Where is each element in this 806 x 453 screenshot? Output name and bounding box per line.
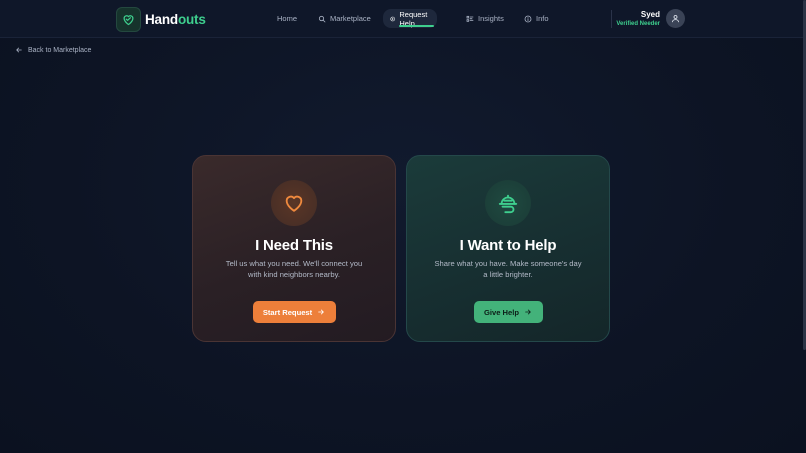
- search-icon: [318, 15, 326, 22]
- need-icon-circle: [271, 180, 317, 226]
- arrow-left-icon: [16, 47, 22, 53]
- help-icon-circle: [485, 180, 531, 226]
- active-tab-indicator: [399, 25, 434, 27]
- user-role-badge: Verified Needer: [616, 21, 660, 27]
- list-chart-icon: [466, 15, 474, 22]
- start-request-label: Start Request: [262, 307, 313, 317]
- nav-insights[interactable]: Insights: [459, 9, 511, 28]
- need-card-title: I Need This: [255, 237, 333, 254]
- nav-divider: [611, 10, 612, 28]
- brand[interactable]: Handouts: [116, 6, 206, 32]
- user-info[interactable]: Syed Verified Needer: [616, 10, 660, 29]
- nav-info-label: Info: [536, 14, 549, 23]
- user-icon: [672, 15, 679, 23]
- back-link-label: Back to Marketplace: [28, 46, 92, 54]
- arrow-right-icon: [318, 309, 324, 315]
- need-card-description: Tell us what you need. We'll connect you…: [225, 259, 363, 279]
- need-card[interactable]: I Need This Tell us what you need. We'll…: [192, 155, 396, 342]
- help-card[interactable]: I Want to Help Share what you have. Make…: [406, 155, 610, 342]
- brand-name: Handouts: [145, 12, 206, 27]
- back-to-marketplace-link[interactable]: Back to Marketplace: [15, 44, 91, 56]
- help-card-title: I Want to Help: [459, 237, 557, 254]
- nav-insights-label: Insights: [478, 14, 504, 23]
- nav-marketplace-label: Marketplace: [330, 14, 371, 23]
- info-icon: [524, 15, 532, 22]
- heart-hand-icon: [116, 6, 141, 32]
- avatar[interactable]: [666, 9, 685, 28]
- nav-marketplace[interactable]: Marketplace: [311, 9, 378, 28]
- arrow-right-icon: [525, 309, 531, 315]
- user-name: Syed: [640, 10, 660, 19]
- brand-name-part2: outs: [177, 11, 206, 27]
- nav-info[interactable]: Info: [517, 9, 556, 28]
- top-navbar: Handouts Home Marketplace Request Help I…: [0, 0, 806, 38]
- plus-circle-icon: [390, 16, 395, 21]
- nav-home-label: Home: [277, 14, 298, 23]
- heart-icon: [285, 195, 303, 212]
- nav-home[interactable]: Home: [270, 9, 304, 28]
- give-help-button[interactable]: Give Help: [473, 301, 543, 323]
- serving-dish-icon: [498, 194, 518, 214]
- give-help-label: Give Help: [483, 307, 520, 317]
- help-card-description: Share what you have. Make someone's day …: [434, 259, 582, 279]
- brand-name-part1: Hand: [145, 11, 178, 27]
- start-request-button[interactable]: Start Request: [252, 301, 336, 323]
